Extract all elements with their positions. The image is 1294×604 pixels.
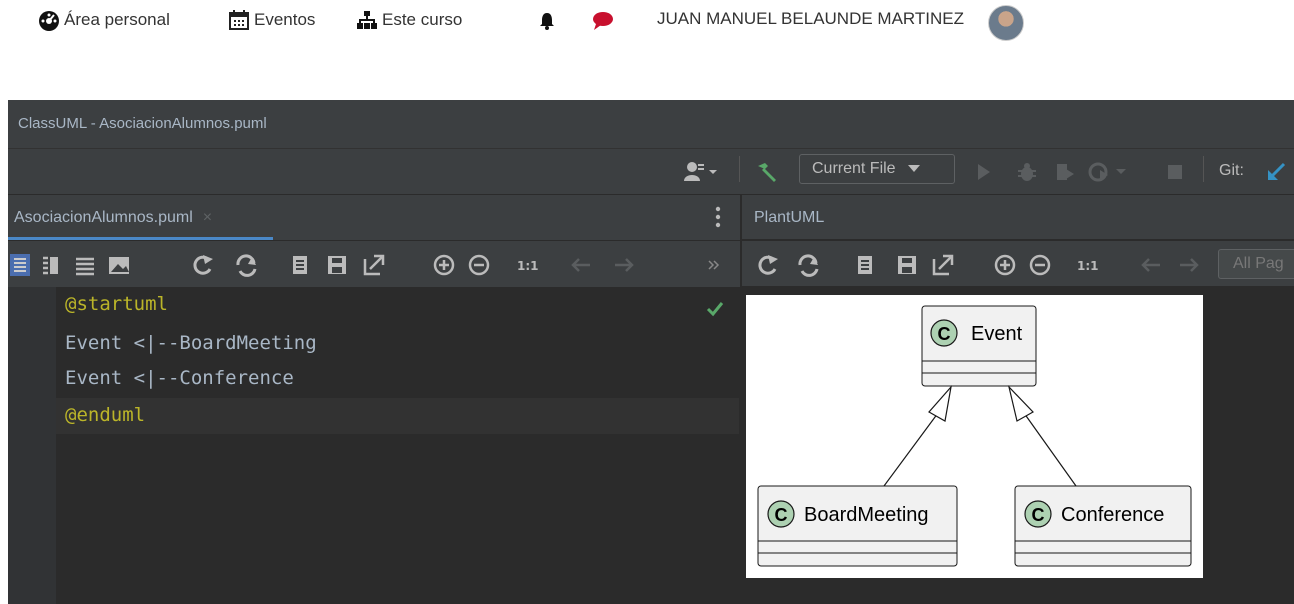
plantuml-panel-title: PlantUML <box>754 209 825 226</box>
editor-toolbar-icons: 1:1 <box>10 254 720 277</box>
code-line[interactable]: @enduml <box>65 398 145 433</box>
git-update-arrow-icon[interactable] <box>1266 162 1286 182</box>
editor-only-icon[interactable] <box>10 254 30 276</box>
open-external-icon[interactable] <box>932 254 954 276</box>
next-page-icon[interactable] <box>1180 258 1199 272</box>
user-menu[interactable]: JUAN MANUEL BELAUNDE MARTINEZ <box>657 9 964 29</box>
dashboard-label: Área personal <box>64 10 170 29</box>
class-stereotype-letter: C <box>938 324 951 344</box>
account-menu-icon[interactable] <box>683 161 719 183</box>
refresh-icon[interactable] <box>758 255 778 275</box>
page-select-field[interactable]: All Pag <box>1218 249 1294 279</box>
copy-icon[interactable] <box>293 256 307 274</box>
run-icon[interactable] <box>976 163 992 181</box>
git-label: Git: <box>1219 162 1244 179</box>
previous-page-icon[interactable] <box>1141 258 1160 272</box>
inspection-ok-check-icon[interactable] <box>706 301 724 317</box>
class-boardmeeting[interactable]: C BoardMeeting <box>757 485 958 567</box>
debug-icon[interactable] <box>1016 161 1038 183</box>
run-configuration-select[interactable]: Current File <box>799 154 955 184</box>
inheritance-arrow-conference-event <box>1007 385 1077 487</box>
zoom-out-icon[interactable] <box>1029 254 1051 276</box>
next-page-icon[interactable] <box>615 258 634 272</box>
class-name-boardmeeting: BoardMeeting <box>804 504 929 526</box>
actual-size-button[interactable]: 1:1 <box>517 259 539 273</box>
preview-only-icon[interactable] <box>76 257 94 276</box>
plantuml-toolbar-icons: 1:1 <box>758 254 1199 277</box>
image-preview-icon[interactable] <box>109 257 129 274</box>
stop-icon[interactable] <box>1167 164 1183 180</box>
class-conference[interactable]: C Conference <box>1014 485 1192 567</box>
code-editor[interactable]: @startuml Event <|--BoardMeeting Event <… <box>56 287 739 604</box>
current-line-highlight <box>56 398 739 434</box>
chevron-down-icon <box>907 165 920 172</box>
page-select-placeholder: All Pag <box>1233 255 1284 272</box>
dashboard-link[interactable]: Área personal <box>38 9 170 31</box>
notifications-bell-icon[interactable] <box>538 11 556 31</box>
code-line[interactable]: Event <|--BoardMeeting <box>65 326 317 361</box>
tab-asociacionalumnos-puml[interactable]: AsociacionAlumnos.puml × <box>8 195 273 240</box>
events-label: Eventos <box>254 10 316 29</box>
tab-label: AsociacionAlumnos.puml <box>14 209 193 226</box>
build-hammer-icon[interactable] <box>755 162 779 184</box>
inheritance-arrow-boardmeeting-event <box>883 384 952 487</box>
toolbar-separator <box>1203 156 1204 182</box>
expand-more-icon[interactable] <box>708 260 720 270</box>
split-view-icon[interactable] <box>43 256 58 275</box>
run-configuration-label: Current File <box>812 160 896 177</box>
copy-icon[interactable] <box>858 256 872 274</box>
window-title-bar: ClassUML - AsociacionAlumnos.puml <box>8 100 1294 149</box>
zoom-out-icon[interactable] <box>468 254 490 276</box>
save-icon[interactable] <box>328 256 346 274</box>
previous-page-icon[interactable] <box>571 258 590 272</box>
class-stereotype-letter: C <box>1032 505 1045 525</box>
sitemap-icon <box>357 11 377 29</box>
actual-size-button[interactable]: 1:1 <box>1077 259 1099 273</box>
tab-close-icon[interactable]: × <box>203 209 212 226</box>
uml-class-diagram: C Event C BoardMeeting C Conference <box>746 295 1203 578</box>
events-link[interactable]: Eventos <box>228 9 315 31</box>
reload-icon[interactable] <box>236 254 257 277</box>
class-event[interactable]: C Event <box>921 305 1037 387</box>
window-title: ClassUML - AsociacionAlumnos.puml <box>18 115 267 132</box>
plantuml-panel-header: PlantUML <box>741 195 1294 240</box>
code-line[interactable]: @startuml <box>65 287 168 322</box>
editor-tab-bar: AsociacionAlumnos.puml × <box>8 195 740 241</box>
class-stereotype-letter: C <box>775 505 788 525</box>
toolbar-separator <box>739 156 740 182</box>
zoom-in-icon[interactable] <box>994 254 1016 276</box>
class-name-conference: Conference <box>1061 504 1164 526</box>
this-course-link[interactable]: Este curso <box>356 9 462 31</box>
refresh-icon[interactable] <box>193 255 213 275</box>
moodle-navbar: Área personal Eventos Este curso JUAN MA… <box>0 0 1294 44</box>
zoom-in-icon[interactable] <box>433 254 455 276</box>
reload-icon[interactable] <box>798 254 819 277</box>
coverage-icon[interactable] <box>1054 161 1076 183</box>
dashboard-icon <box>39 11 59 31</box>
avatar[interactable] <box>988 5 1024 41</box>
user-name: JUAN MANUEL BELAUNDE MARTINEZ <box>657 9 964 28</box>
editor-gutter <box>8 287 57 604</box>
calendar-icon <box>229 10 249 30</box>
more-options-icon[interactable] <box>715 206 721 228</box>
open-external-icon[interactable] <box>363 254 385 276</box>
profiler-icon[interactable] <box>1088 161 1128 183</box>
this-course-label: Este curso <box>382 10 463 29</box>
class-name-event: Event <box>971 323 1023 345</box>
save-icon[interactable] <box>898 256 916 274</box>
messages-icon[interactable] <box>592 11 614 31</box>
code-line[interactable]: Event <|--Conference <box>65 361 294 396</box>
